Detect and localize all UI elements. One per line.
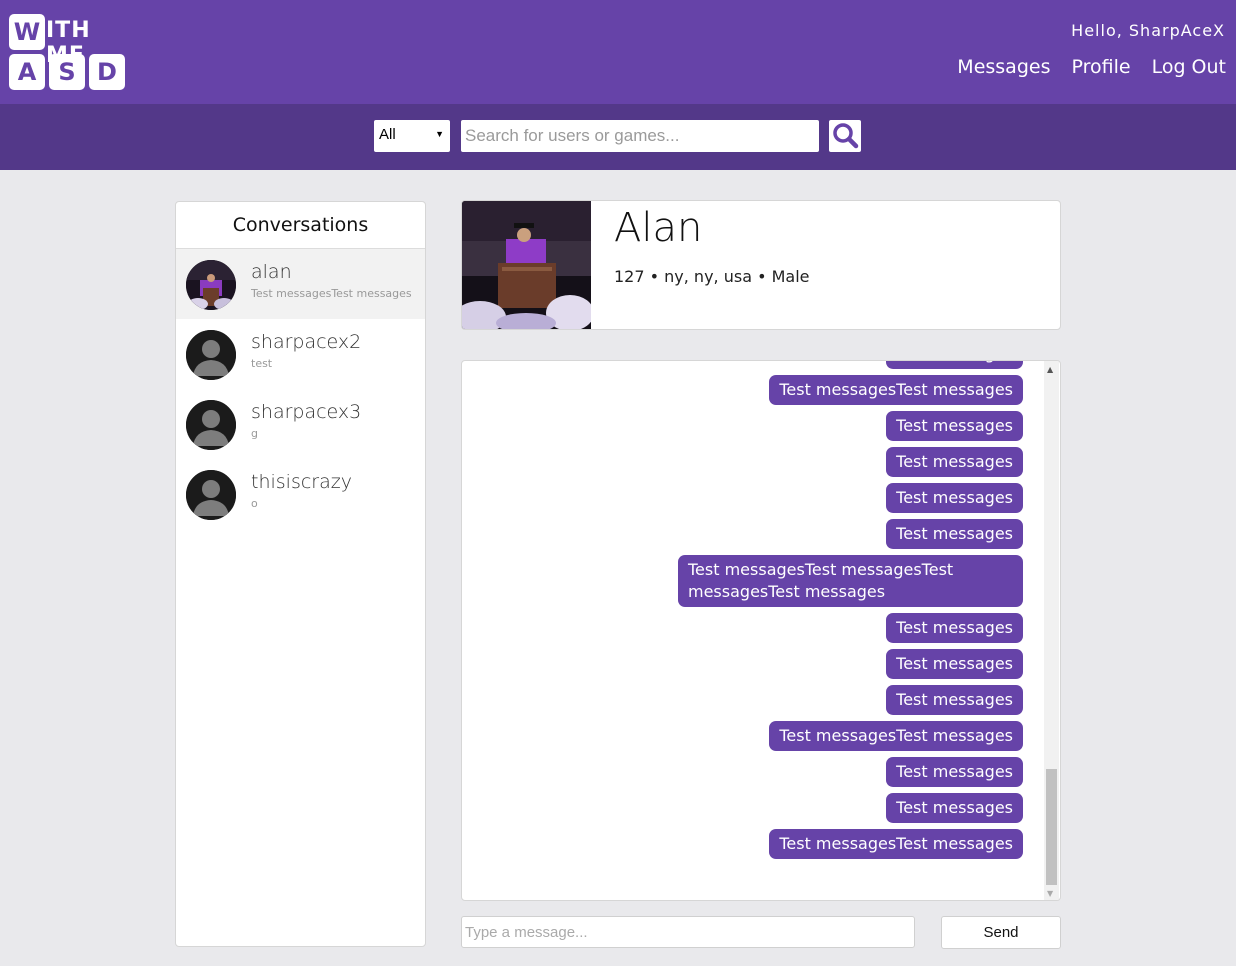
message-bubble: Test messages (886, 649, 1023, 679)
conversation-preview: g (251, 427, 258, 440)
conversation-preview: o (251, 497, 258, 510)
category-select-value: All (379, 126, 396, 143)
message-bubble: Test messages (886, 757, 1023, 787)
nav-profile[interactable]: Profile (1071, 56, 1130, 78)
message-bubble: Test messagesTest messages (769, 829, 1023, 859)
default-avatar-icon (186, 330, 236, 380)
conversation-name: thisiscrazy (251, 471, 352, 493)
logo-tile-d: D (89, 54, 125, 90)
message-input[interactable] (461, 916, 915, 948)
message-bubble: Test messagesTest messages (769, 721, 1023, 751)
logo-tile-w: W (9, 14, 45, 50)
conversation-preview: test (251, 357, 273, 370)
send-button[interactable]: Send (941, 916, 1061, 949)
conversation-preview: Test messagesTest messages (251, 287, 412, 300)
conversations-panel: Conversations alan Test messagesTest mes… (175, 201, 426, 947)
conversation-name: alan (251, 261, 292, 283)
chevron-down-icon: ▼ (435, 129, 444, 139)
default-avatar-icon (186, 400, 236, 450)
message-bubble: Test messages (886, 361, 1023, 369)
top-header: W ITH ME A S D Hello, SharpAceX Messages… (0, 0, 1236, 104)
search-button[interactable] (829, 120, 861, 152)
conversation-name: sharpacex3 (251, 401, 362, 423)
message-bubble: Test messages (886, 685, 1023, 715)
profile-card: Alan 127 • ny, ny, usa • Male (461, 200, 1061, 330)
conversation-item[interactable]: alan Test messagesTest messages (176, 249, 425, 319)
scroll-up-icon[interactable]: ▲ (1047, 365, 1053, 374)
logo-tile-a: A (9, 54, 45, 90)
profile-photo (462, 201, 594, 329)
nav-logout[interactable]: Log Out (1152, 56, 1226, 78)
scroll-down-icon[interactable]: ▼ (1047, 889, 1053, 898)
conversations-title: Conversations (176, 202, 425, 249)
main-nav: Messages Profile Log Out (957, 56, 1226, 78)
nav-messages[interactable]: Messages (957, 56, 1050, 78)
greeting: Hello, SharpAceX (1071, 21, 1225, 40)
message-bubble: Test messagesTest messages (769, 375, 1023, 405)
message-bubble: Test messages (886, 613, 1023, 643)
search-input[interactable] (461, 120, 819, 152)
logo-tile-s: S (49, 54, 85, 90)
conversation-name: sharpacex2 (251, 331, 362, 353)
conversation-item[interactable]: sharpacex3 g (176, 389, 425, 459)
message-bubble: Test messages (886, 519, 1023, 549)
avatar (186, 260, 236, 310)
profile-name: Alan (614, 205, 703, 251)
message-bubble: Test messages (886, 411, 1023, 441)
logo[interactable]: W ITH ME A S D (9, 14, 125, 90)
conversation-item[interactable]: thisiscrazy o (176, 459, 425, 529)
scrollbar[interactable]: ▲ ▼ (1044, 361, 1059, 900)
search-icon (833, 123, 859, 149)
message-bubble: Test messages (886, 447, 1023, 477)
search-bar: All ▼ (0, 104, 1236, 170)
message-bubble: Test messages (886, 793, 1023, 823)
message-thread[interactable]: Test messages Test messages Test messages… (461, 360, 1061, 901)
message-list: Test messages Test messages Test messages… (643, 361, 1023, 865)
scrollbar-thumb[interactable] (1046, 769, 1057, 885)
message-bubble: Test messages (886, 483, 1023, 513)
default-avatar-icon (186, 470, 236, 520)
profile-info: 127 • ny, ny, usa • Male (614, 267, 810, 286)
conversation-item[interactable]: sharpacex2 test (176, 319, 425, 389)
category-select[interactable]: All ▼ (374, 120, 450, 152)
message-bubble: Test messagesTest messagesTest messagesT… (678, 555, 1023, 607)
